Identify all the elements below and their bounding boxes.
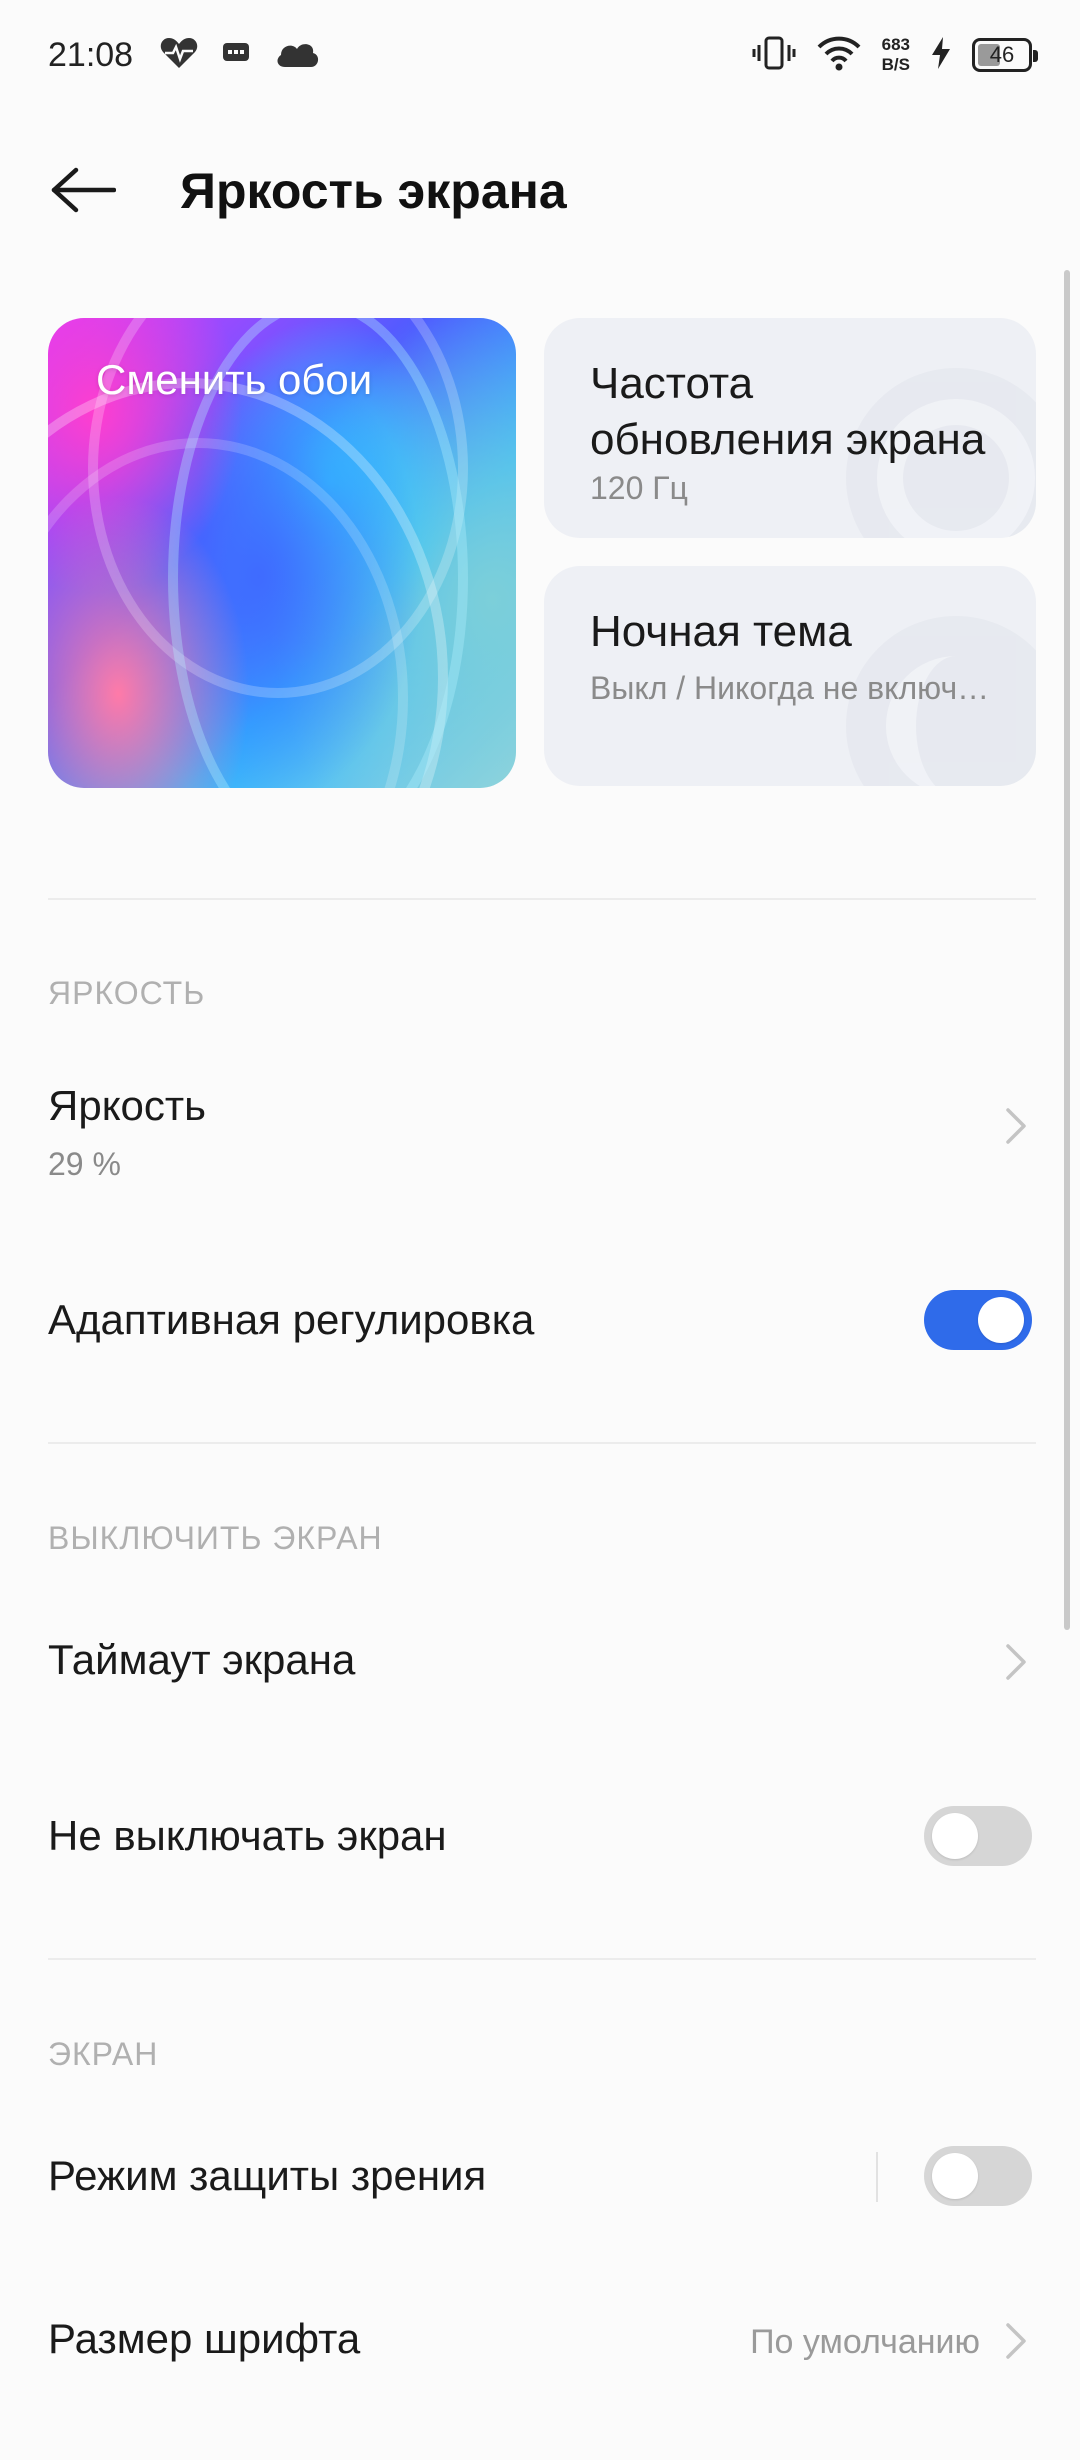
- network-speed-value: 683: [881, 35, 910, 54]
- battery-level: 46: [989, 42, 1015, 67]
- brightness-title: Яркость: [48, 1082, 207, 1129]
- arrow-left-icon: [51, 167, 116, 213]
- screen-timeout-title: Таймаут экрана: [48, 1636, 356, 1683]
- divider: [48, 1958, 1036, 1960]
- refresh-rate-card[interactable]: Частота обновления экрана 120 Гц: [544, 318, 1036, 538]
- refresh-rate-title-line1: Частота: [590, 359, 754, 408]
- refresh-rate-value: 120 Гц: [590, 470, 688, 506]
- adaptive-brightness-row: Адаптивная регулировка: [0, 1250, 1080, 1390]
- brightness-value: 29 %: [48, 1146, 121, 1182]
- status-time: 21:08: [48, 35, 134, 74]
- vibrate-icon: [752, 35, 796, 76]
- message-icon: [221, 40, 251, 71]
- divider: [48, 898, 1036, 900]
- app-bar: Яркость экрана: [0, 130, 1080, 250]
- back-button[interactable]: [48, 158, 118, 222]
- cloud-icon: [273, 37, 321, 74]
- keep-screen-on-title: Не выключать экран: [48, 1812, 447, 1859]
- battery-icon: 46: [972, 38, 1038, 72]
- row-separator: [876, 2152, 878, 2202]
- chevron-right-icon: [1006, 2323, 1026, 2359]
- heart-rate-icon: [159, 36, 199, 75]
- page-title: Яркость экрана: [180, 163, 567, 219]
- section-header-brightness: ЯРКОСТЬ: [48, 975, 206, 1011]
- refresh-rate-title-line2: обновления экрана: [590, 415, 986, 464]
- font-size-row[interactable]: Размер шрифта По умолчанию: [0, 2285, 1080, 2405]
- network-speed: 683 B/S: [882, 35, 910, 75]
- eye-protection-toggle[interactable]: [924, 2146, 1032, 2206]
- font-size-title: Размер шрифта: [48, 2315, 361, 2362]
- font-size-value: По умолчанию: [750, 2323, 980, 2361]
- adaptive-brightness-title: Адаптивная регулировка: [48, 1296, 535, 1343]
- night-theme-title: Ночная тема: [590, 607, 852, 656]
- eye-protection-title: Режим защиты зрения: [48, 2152, 487, 2199]
- night-theme-card[interactable]: Ночная тема Выкл / Никогда не включать: [544, 566, 1036, 786]
- divider: [48, 1442, 1036, 1444]
- change-wallpaper-card[interactable]: Сменить обои: [48, 318, 516, 788]
- night-theme-status: Выкл / Никогда не включать: [590, 670, 990, 706]
- section-header-screen: ЭКРАН: [48, 2036, 159, 2072]
- brightness-row[interactable]: Яркость 29 %: [0, 1050, 1080, 1200]
- refresh-rate-title: Частота обновления экрана: [590, 356, 1010, 468]
- charging-icon: [930, 36, 952, 75]
- toggle-knob: [978, 1297, 1024, 1343]
- keep-screen-on-toggle[interactable]: [924, 1806, 1032, 1866]
- eye-protection-row[interactable]: Режим защиты зрения: [0, 2110, 1080, 2240]
- network-speed-unit: B/S: [881, 55, 910, 74]
- chevron-right-icon: [1006, 1108, 1026, 1144]
- status-right-icons: 683 B/S 46: [752, 35, 1038, 76]
- toggle-knob: [932, 2153, 978, 2199]
- keep-screen-on-row: Не выключать экран: [0, 1770, 1080, 1900]
- scrollbar[interactable]: [1064, 270, 1070, 1630]
- wifi-icon: [816, 35, 862, 76]
- status-bar: 21:08 683 B/S 46: [0, 0, 1080, 110]
- section-header-screen-off: ВЫКЛЮЧИТЬ ЭКРАН: [48, 1520, 383, 1556]
- toggle-knob: [932, 1813, 978, 1859]
- screen-timeout-row[interactable]: Таймаут экрана: [0, 1600, 1080, 1730]
- chevron-right-icon: [1006, 1644, 1026, 1680]
- status-left-icons: [159, 36, 321, 75]
- adaptive-brightness-toggle[interactable]: [924, 1290, 1032, 1350]
- screen: 21:08 683 B/S 46 Яркость экрана Сменить …: [0, 0, 1080, 2460]
- change-wallpaper-label: Сменить обои: [96, 356, 373, 403]
